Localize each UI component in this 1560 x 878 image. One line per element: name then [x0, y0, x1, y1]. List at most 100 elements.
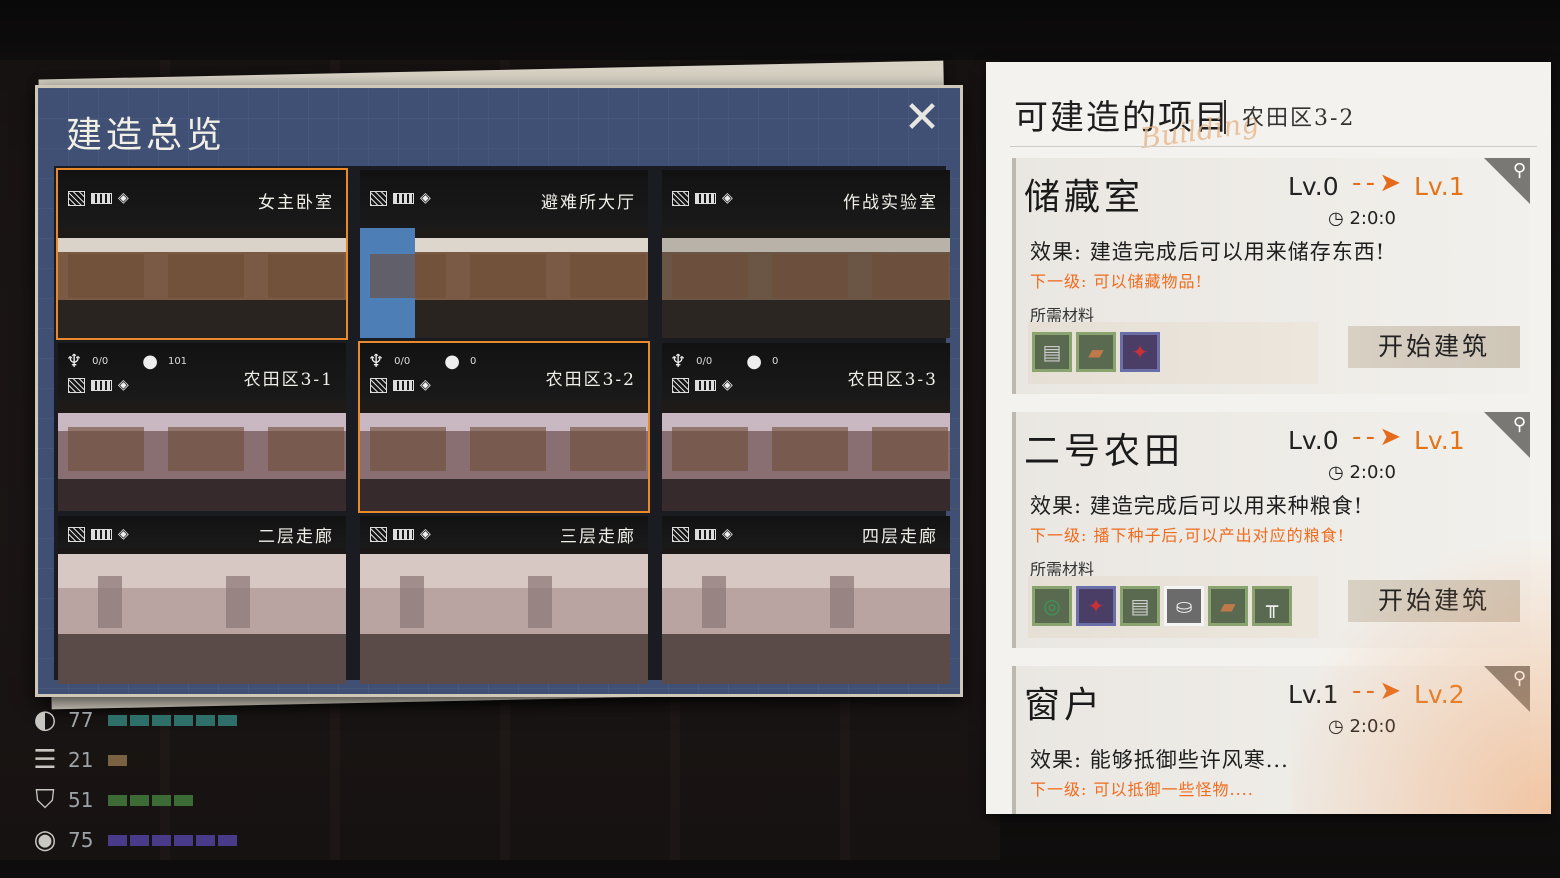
hatch-icon	[68, 190, 85, 206]
stat-bar-segment	[196, 714, 215, 726]
room-preview-image	[662, 548, 950, 684]
room-name: 三层走廊	[560, 527, 636, 547]
stat-bar-segment	[174, 834, 193, 846]
stat-food: ☰ 21	[28, 740, 237, 780]
room-card-corridor-2f[interactable]: ◈ 二层走廊	[58, 516, 346, 684]
stat-bar-segment	[108, 794, 127, 806]
clothes-icon: ⛉	[35, 785, 55, 815]
stat-value: 51	[68, 788, 94, 812]
start-build-button[interactable]: 开始建筑	[1348, 326, 1520, 368]
room-header: ◈ 三层走廊	[360, 516, 648, 548]
pin-icon[interactable]: ⚲	[1513, 414, 1526, 435]
material-flesh-icon[interactable]: ✦	[1120, 332, 1160, 372]
water-count: 0	[771, 356, 779, 367]
room-status-icons: ◈	[370, 377, 440, 393]
build-time: ◷ 2:0:0	[1328, 208, 1396, 229]
room-preview-image	[360, 228, 648, 338]
plant-count: 0/0	[394, 356, 411, 367]
room-name: 女主卧室	[258, 193, 334, 213]
eye-icon: ◉	[33, 825, 57, 855]
farm-status: ♆ 0/0 ● 0	[670, 351, 778, 372]
stat-bar-segment	[130, 714, 149, 726]
material-wood-icon[interactable]: ▰	[1076, 332, 1116, 372]
water-count: 101	[167, 356, 188, 367]
water-count: 0	[469, 356, 477, 367]
water-drop-icon: ●	[444, 351, 460, 372]
room-card-corridor-3f[interactable]: ◈ 三层走廊	[360, 516, 648, 684]
room-preview-image	[58, 228, 346, 338]
battery-icon	[695, 192, 716, 204]
plant-count: 0/0	[696, 356, 713, 367]
stat-bar-segment	[174, 794, 193, 806]
plant-count: 0/0	[92, 356, 109, 367]
pin-icon[interactable]: ⚲	[1513, 160, 1526, 181]
arrow-right-icon: - - ➤	[1352, 422, 1401, 452]
material-wood-icon[interactable]: ▰	[1208, 586, 1248, 626]
room-status-icons: ◈	[68, 526, 138, 542]
material-metal-icon[interactable]: ▤	[1032, 332, 1072, 372]
material-metal-icon[interactable]: ▤	[1120, 586, 1160, 626]
room-card-bedroom[interactable]: ◈ 女主卧室	[56, 168, 348, 340]
battery-icon	[91, 379, 112, 391]
stat-bar-segment	[108, 834, 127, 846]
build-time: ◷ 2:0:0	[1328, 462, 1396, 483]
effect-text: 效果: 能够抵御些许风寒...	[1030, 748, 1289, 772]
stat-bar	[108, 754, 127, 766]
effect-text: 效果: 建造完成后可以用来种粮食!	[1030, 494, 1364, 518]
layers-icon: ◈	[118, 377, 129, 393]
stat-value: 77	[68, 708, 94, 732]
room-card-farm-3-2[interactable]: ♆ 0/0 ● 0 ◈ 农田区3-2	[358, 341, 650, 513]
room-header: ◈ 女主卧室	[58, 170, 346, 228]
stat-bar-segment	[218, 834, 237, 846]
build-time-value: 2:0:0	[1349, 462, 1396, 483]
room-card-farm-3-1[interactable]: ♆ 0/0 ● 101 ◈ 农田区3-1	[58, 343, 346, 511]
material-flesh-icon[interactable]: ✦	[1076, 586, 1116, 626]
build-time-value: 2:0:0	[1349, 208, 1396, 229]
layers-icon: ◈	[420, 377, 431, 393]
room-name: 作战实验室	[843, 193, 938, 213]
build-card-farm-2: ⚲ 二号农田 Lv.0 - - ➤ Lv.1 ◷ 2:0:0 效果: 建造完成后…	[1012, 412, 1530, 648]
room-preview-image	[360, 548, 648, 684]
room-status-icons: ◈	[672, 190, 742, 206]
layers-icon: ◈	[118, 190, 129, 206]
stat-bar-segment	[108, 714, 127, 726]
hatch-icon	[672, 190, 689, 206]
room-name: 农田区3-3	[847, 370, 938, 390]
materials-tray: ▤ ▰ ✦	[1028, 322, 1318, 384]
clock-icon: ◷	[1328, 462, 1350, 483]
room-name: 农田区3-1	[243, 370, 334, 390]
start-build-button[interactable]: 开始建筑	[1348, 580, 1520, 622]
room-card-combat-lab[interactable]: ◈ 作战实验室	[662, 170, 950, 338]
battery-icon	[695, 528, 716, 540]
stat-bar-segment	[130, 794, 149, 806]
stat-sanity: ◉ 75	[28, 820, 237, 860]
build-time: ◷ 2:0:0	[1328, 716, 1396, 737]
material-bucket-icon[interactable]: ⛀	[1164, 586, 1204, 626]
room-name: 避难所大厅	[541, 193, 636, 213]
sprout-icon: ♆	[66, 351, 83, 372]
room-card-shelter-hall[interactable]: ◈ 避难所大厅	[360, 170, 648, 338]
room-card-corridor-4f[interactable]: ◈ 四层走廊	[662, 516, 950, 684]
level-next: Lv.1	[1414, 426, 1465, 455]
close-button[interactable]: ✕	[902, 96, 942, 140]
room-card-farm-3-3[interactable]: ♆ 0/0 ● 0 ◈ 农田区3-3	[662, 343, 950, 511]
materials-tray: ◎ ✦ ▤ ⛀ ▰ ╥	[1028, 576, 1318, 638]
stat-bar-segment	[196, 834, 215, 846]
room-header: ◈ 四层走廊	[662, 516, 950, 548]
hatch-icon	[370, 190, 387, 206]
clock-icon: ◷	[1328, 208, 1350, 229]
stat-bar-segment	[152, 794, 171, 806]
game-scene: 建造总览 ✕ ◈ 女主卧室 ◈ 避难所大厅 ◈ 作战实验室 ♆ 0/0 ● 10…	[0, 0, 1560, 878]
room-header: ◈ 避难所大厅	[360, 170, 648, 228]
material-pipe-icon[interactable]: ◎	[1032, 586, 1072, 626]
stat-bar-segment	[108, 754, 127, 766]
arrow-right-icon: - - ➤	[1352, 168, 1401, 198]
layers-icon: ◈	[722, 377, 733, 393]
battery-icon	[91, 192, 112, 204]
material-rack-icon[interactable]: ╥	[1252, 586, 1292, 626]
level-current: Lv.0	[1288, 426, 1339, 455]
sprout-icon: ♆	[670, 351, 687, 372]
sprout-icon: ♆	[368, 351, 385, 372]
pin-icon[interactable]: ⚲	[1513, 668, 1526, 689]
hatch-icon	[672, 377, 689, 393]
